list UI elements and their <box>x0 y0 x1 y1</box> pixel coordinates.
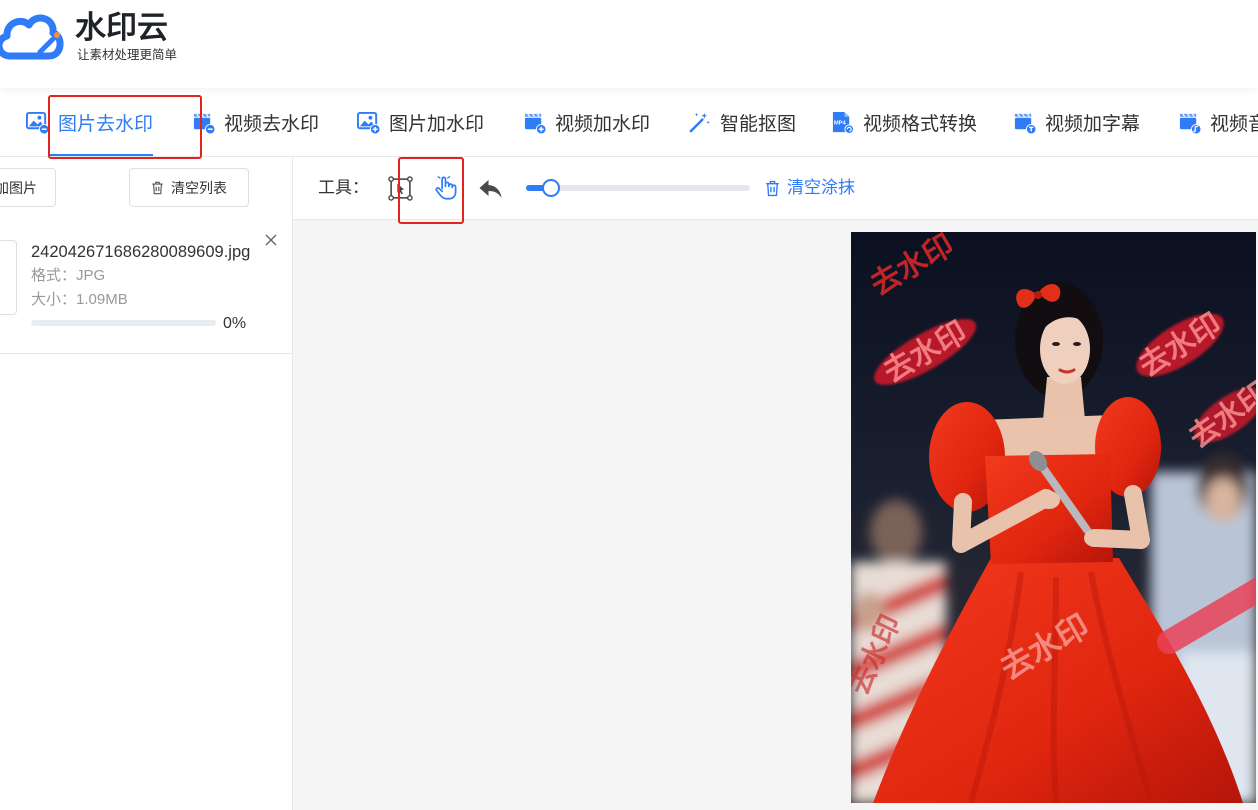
clear-paint-button[interactable]: 清空涂抹 <box>765 176 855 200</box>
list-item[interactable]: 242042671686280089609.jpg 格式：JPG 大小：1.09… <box>0 220 292 354</box>
tab-label: 视频加字幕 <box>1045 113 1141 135</box>
undo-icon[interactable] <box>477 178 504 200</box>
tab-label: 视频音 <box>1210 113 1258 135</box>
tab-smart-cutout[interactable]: 智能抠图 <box>688 88 796 156</box>
add-image-label: 加图片 <box>0 179 37 196</box>
app-window: 水印云 让素材处理更简单 图片去水印 视频去水印 图片加水印 视频加水印 智能抠… <box>0 0 1258 810</box>
video-add-icon <box>524 113 546 134</box>
toolbar: 工具： 清空涂抹 <box>293 157 1258 220</box>
tab-label: 图片加水印 <box>389 113 485 135</box>
tab-video-audio[interactable]: 视频音 <box>1178 88 1258 156</box>
select-area-icon[interactable] <box>388 176 413 201</box>
file-size: 大小：1.09MB <box>31 291 128 308</box>
editor-canvas[interactable]: 去水印 去水印 去水印 去水印 去水印 去水印 <box>293 220 1258 810</box>
video-audio-icon <box>1179 113 1201 134</box>
brand-name[interactable]: 水印云 <box>75 9 168 47</box>
tab-label: 智能抠图 <box>720 113 797 135</box>
mp4-file-icon: MP4 <box>832 111 854 134</box>
tools-label: 工具： <box>318 178 369 197</box>
brand-slogan: 让素材处理更简单 <box>77 48 178 62</box>
magic-wand-icon <box>689 112 710 132</box>
file-name: 242042671686280089609.jpg <box>31 243 251 261</box>
video-remove-icon <box>193 113 215 134</box>
clear-paint-label: 清空涂抹 <box>787 178 855 197</box>
progress-percent: 0% <box>223 315 247 332</box>
mp4-icon-label: MP4 <box>834 120 847 126</box>
active-tab-indicator <box>48 154 153 156</box>
slider-knob[interactable] <box>541 179 560 197</box>
tab-image-remove-watermark[interactable]: 图片去水印 <box>26 88 153 156</box>
trash-icon <box>766 180 779 196</box>
brush-size-slider[interactable] <box>526 179 750 197</box>
add-image-button[interactable]: 加图片 <box>0 168 56 207</box>
file-thumbnail[interactable] <box>0 240 17 315</box>
tab-video-add-subtitle[interactable]: 视频加字幕 <box>1013 88 1140 156</box>
tab-label: 视频去水印 <box>224 113 320 135</box>
video-subtitle-icon <box>1014 113 1036 134</box>
tab-label: 视频格式转换 <box>863 113 978 135</box>
tool-tabs: 图片去水印 视频去水印 图片加水印 视频加水印 智能抠图 MP4 视频格式转换 … <box>0 88 1258 157</box>
clear-list-label: 清空列表 <box>171 179 227 196</box>
tab-image-add-watermark[interactable]: 图片加水印 <box>357 88 484 156</box>
clear-list-button[interactable]: 清空列表 <box>129 168 249 207</box>
tab-video-format-convert[interactable]: MP4 视频格式转换 <box>831 88 977 156</box>
cloud-pen-icon[interactable] <box>0 6 66 68</box>
close-icon[interactable] <box>264 233 278 247</box>
header: 水印云 让素材处理更简单 <box>0 0 1258 88</box>
hand-brush-icon[interactable] <box>432 174 459 201</box>
progress-bar <box>31 320 216 326</box>
tab-label: 视频加水印 <box>555 113 651 135</box>
image-remove-icon <box>26 111 49 134</box>
tab-video-remove-watermark[interactable]: 视频去水印 <box>192 88 319 156</box>
preview-image[interactable]: 去水印 去水印 去水印 去水印 去水印 去水印 <box>851 232 1256 803</box>
tab-video-add-watermark[interactable]: 视频加水印 <box>523 88 650 156</box>
file-format: 格式：JPG <box>31 267 106 284</box>
file-list-panel: 加图片 清空列表 242042671686280089609.jpg 格式：JP… <box>0 157 293 810</box>
trash-icon <box>152 181 163 194</box>
image-add-icon <box>357 111 380 134</box>
tab-label: 图片去水印 <box>58 113 154 135</box>
